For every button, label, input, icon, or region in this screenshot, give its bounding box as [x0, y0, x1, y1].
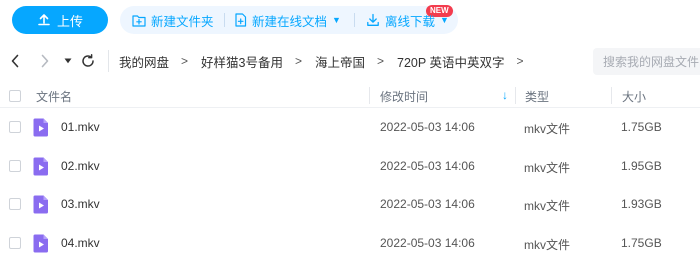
- file-name[interactable]: 02.mkv: [61, 159, 100, 173]
- breadcrumb-separator: >: [294, 54, 302, 68]
- chevron-down-icon: ▼: [332, 15, 341, 25]
- refresh-icon: [82, 54, 94, 67]
- chevron-right-icon: [41, 54, 49, 68]
- column-header-modified[interactable]: 修改时间: [380, 88, 428, 105]
- file-size: 1.95GB: [621, 158, 662, 173]
- file-name[interactable]: 03.mkv: [61, 197, 100, 211]
- file-name[interactable]: 04.mkv: [61, 236, 100, 250]
- file-modified-time: 2022-05-03 14:06: [380, 197, 475, 211]
- download-icon: [367, 13, 379, 26]
- nav-bar: 我的网盘 > 好样猫3号备用 > 海上帝国 > 720P 英语中英双字 >: [0, 44, 700, 78]
- refresh-button[interactable]: [79, 52, 97, 70]
- video-file-icon: [33, 234, 48, 252]
- table-header: 文件名 修改时间 ↓ 类型 大小: [0, 84, 700, 108]
- select-all-checkbox[interactable]: [9, 90, 21, 102]
- upload-label: 上传: [56, 13, 83, 29]
- breadcrumb-item[interactable]: 海上帝国: [315, 52, 365, 71]
- column-divider[interactable]: [515, 87, 516, 104]
- table-row[interactable]: 01.mkv 2022-05-03 14:06 mkv文件 1.75GB: [0, 108, 700, 147]
- divider: [224, 13, 225, 27]
- column-header-size[interactable]: 大小: [622, 88, 646, 105]
- breadcrumb-item[interactable]: 好样猫3号备用: [201, 52, 283, 71]
- table-row[interactable]: 03.mkv 2022-05-03 14:06 mkv文件 1.93GB: [0, 185, 700, 224]
- file-modified-time: 2022-05-03 14:06: [380, 120, 475, 134]
- chevron-left-icon: [11, 54, 19, 68]
- breadcrumb-item[interactable]: 720P 英语中英双字: [397, 52, 504, 71]
- back-button[interactable]: [6, 52, 24, 70]
- divider: [108, 50, 109, 72]
- file-table: 文件名 修改时间 ↓ 类型 大小 01.mkv 2022-05-03 14:06…: [0, 84, 700, 262]
- column-header-type[interactable]: 类型: [525, 88, 549, 105]
- caret-down-icon: [64, 58, 72, 64]
- file-size: 1.75GB: [621, 120, 662, 134]
- action-pill-group: 新建文件夹 新建在线文档 ▼ NEW 离线下载 ▼: [120, 5, 458, 34]
- toolbar: 上传 新建文件夹 新建在线文档 ▼ NEW 离线下载 ▼: [0, 0, 700, 40]
- file-size: 1.93GB: [621, 197, 662, 211]
- table-row[interactable]: 02.mkv 2022-05-03 14:06 mkv文件 1.95GB: [0, 147, 700, 186]
- new-doc-icon: [235, 13, 247, 27]
- breadcrumb: 我的网盘 > 好样猫3号备用 > 海上帝国 > 720P 英语中英双字 >: [108, 44, 537, 78]
- new-folder-button[interactable]: 新建文件夹: [132, 6, 214, 34]
- table-row[interactable]: 04.mkv 2022-05-03 14:06 mkv文件 1.75GB: [0, 224, 700, 263]
- column-header-name[interactable]: 文件名: [36, 88, 72, 105]
- video-file-icon: [33, 157, 48, 175]
- history-dropdown[interactable]: [59, 52, 77, 70]
- search-input[interactable]: [593, 48, 700, 75]
- breadcrumb-item[interactable]: 我的网盘: [119, 52, 169, 71]
- column-divider[interactable]: [369, 87, 370, 104]
- breadcrumb-separator: >: [181, 54, 189, 68]
- new-online-doc-label: 新建在线文档: [252, 14, 328, 29]
- breadcrumb-separator: >: [377, 54, 385, 68]
- row-checkbox[interactable]: [9, 121, 21, 133]
- row-checkbox[interactable]: [9, 198, 21, 210]
- file-type: mkv文件: [524, 160, 570, 175]
- file-type: mkv文件: [524, 122, 570, 136]
- file-modified-time: 2022-05-03 14:06: [380, 158, 475, 173]
- video-file-icon: [33, 118, 48, 137]
- row-checkbox[interactable]: [9, 159, 21, 172]
- file-modified-time: 2022-05-03 14:06: [380, 235, 475, 250]
- offline-download-button[interactable]: 离线下载 ▼: [366, 6, 449, 34]
- file-size: 1.75GB: [621, 235, 662, 250]
- offline-download-label: 离线下载: [385, 14, 436, 29]
- file-name[interactable]: 01.mkv: [61, 120, 100, 134]
- new-folder-icon: [132, 14, 146, 27]
- new-online-doc-button[interactable]: 新建在线文档 ▼: [234, 6, 341, 34]
- sort-desc-icon[interactable]: ↓: [502, 88, 508, 102]
- file-type: mkv文件: [524, 199, 570, 213]
- forward-button[interactable]: [36, 52, 54, 70]
- divider: [354, 13, 355, 27]
- chevron-down-icon: ▼: [440, 15, 449, 25]
- new-folder-label: 新建文件夹: [151, 14, 214, 29]
- breadcrumb-separator: >: [516, 54, 524, 68]
- video-file-icon: [33, 195, 48, 214]
- file-type: mkv文件: [524, 237, 570, 252]
- column-divider[interactable]: [611, 87, 612, 104]
- upload-icon: [38, 14, 50, 26]
- row-checkbox[interactable]: [9, 236, 21, 249]
- upload-button[interactable]: 上传: [12, 6, 108, 34]
